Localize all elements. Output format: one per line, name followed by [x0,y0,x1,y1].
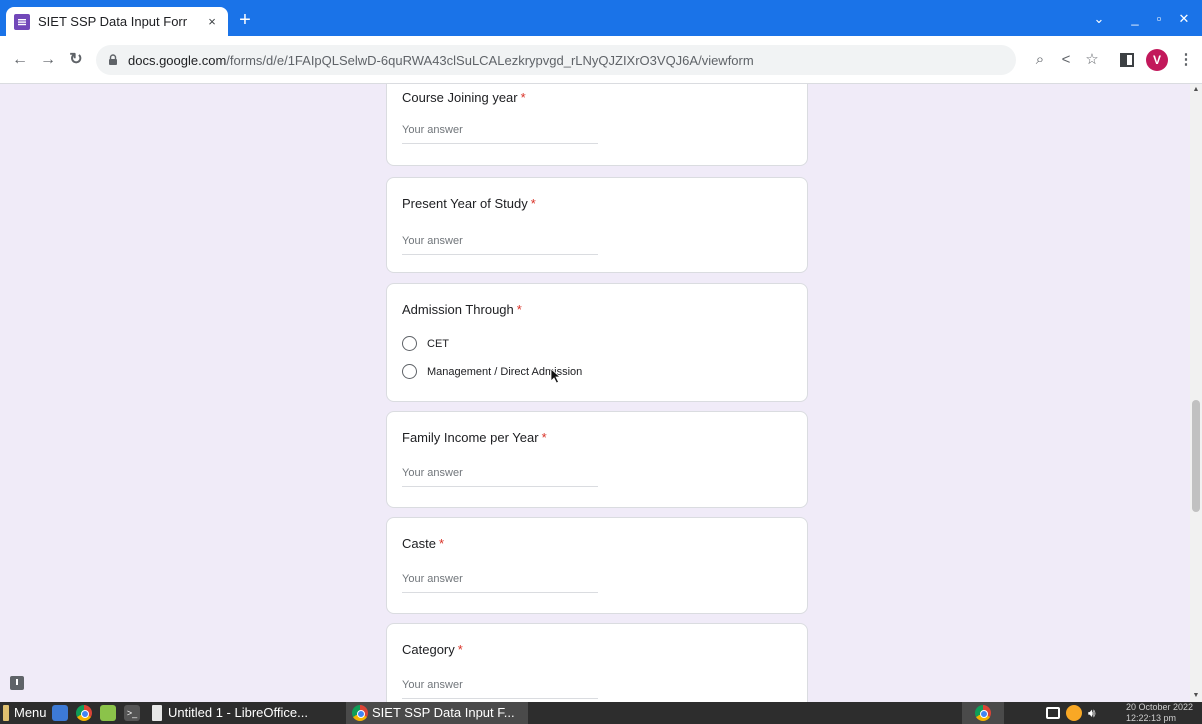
question-card-category: Category * Your answer [386,623,808,702]
browser-toolbar: ← → ↻ docs.google.com/forms/d/e/1FAIpQLS… [0,36,1202,84]
question-card-family-income: Family Income per Year * Your answer [386,411,808,508]
new-tab-button[interactable]: + [234,9,256,31]
question-title: Present Year of Study * [402,196,536,211]
scroll-up-icon[interactable]: ▲ [1190,84,1202,96]
question-title: Family Income per Year * [402,430,547,445]
volume-icon[interactable]: 🔊︎ [1088,705,1096,721]
radio-button[interactable] [402,336,417,351]
clock[interactable]: 20 October 2022 12:22:13 pm [1126,702,1202,724]
question-card-present-year: Present Year of Study * Your answer [386,177,808,273]
question-title: Admission Through * [402,302,522,317]
clock-date: 20 October 2022 [1126,702,1194,712]
profile-avatar[interactable]: V [1146,49,1168,71]
browser-tab-strip: SIET SSP Data Input Forr × + ⌄ _ ▫ ✕ [0,0,1202,36]
required-asterisk: * [520,90,526,105]
url-text: docs.google.com/forms/d/e/1FAIpQLSelwD-6… [128,53,754,68]
chrome-task-icon [352,705,368,721]
url-path: /forms/d/e/1FAIpQLSelwD-6quRWA43clSuLCAL… [226,52,754,68]
required-asterisk: * [530,196,536,211]
os-taskbar: Menu >_ Untitled 1 - LibreOffice... SIET… [0,702,1202,724]
page-scrollbar[interactable]: ▲ ▼ [1190,84,1202,702]
scrollbar-thumb[interactable] [1192,400,1200,512]
question-text: Category [402,642,455,657]
question-card-course-joining-year: Course Joining year * Your answer [386,84,808,166]
share-icon[interactable]: < [1056,50,1076,70]
back-arrow-icon[interactable]: ← [10,50,30,70]
required-asterisk: * [438,536,445,551]
mouse-cursor-icon [550,368,562,384]
question-title: Caste * [402,536,444,551]
terminal-icon[interactable]: >_ [124,705,140,721]
task-chrome[interactable]: SIET SSP Data Input F... [372,705,515,721]
kebab-menu-icon[interactable]: ⋮ [1176,50,1196,70]
start-menu-button[interactable]: Menu [14,705,47,721]
google-forms-icon [14,13,30,30]
task-libreoffice[interactable]: Untitled 1 - LibreOffice... [168,705,308,721]
clock-time: 12:22:13 pm [1126,713,1177,723]
required-asterisk: * [457,642,463,657]
feedback-icon[interactable] [10,676,24,690]
forward-arrow-icon[interactable]: → [38,50,58,70]
bookmark-star-icon[interactable]: ☆ [1082,50,1102,70]
scroll-down-icon[interactable]: ▼ [1190,690,1202,702]
close-tab-icon[interactable]: × [204,14,220,30]
answer-input[interactable]: Your answer [402,233,598,255]
radio-option-cet[interactable]: CET [402,336,449,351]
question-text: Admission Through [402,302,514,317]
tray-chrome-icon [975,705,991,721]
tab-title: SIET SSP Data Input Forr [38,14,188,29]
radio-label: CET [427,337,449,350]
form-page: Course Joining year * Your answer Present… [0,84,1202,702]
lock-icon [109,54,117,65]
required-asterisk: * [516,302,522,317]
question-title: Category * [402,642,463,657]
zoom-icon[interactable]: ⌕ [1030,50,1050,70]
display-tray-icon[interactable] [1046,707,1060,719]
required-asterisk: * [541,430,547,445]
browser-tab-forms[interactable]: SIET SSP Data Input Forr × [6,7,228,36]
libreoffice-writer-icon [152,705,162,721]
mint-logo-icon [3,705,9,721]
question-card-admission-through: Admission Through * CET Management / Dire… [386,283,808,402]
answer-input[interactable]: Your answer [402,122,598,144]
question-text: Present Year of Study [402,196,528,211]
question-title: Course Joining year * [402,90,526,105]
answer-input[interactable]: Your answer [402,677,598,699]
chevron-down-icon[interactable]: ⌄ [1090,10,1108,28]
address-bar[interactable]: docs.google.com/forms/d/e/1FAIpQLSelwD-6… [96,45,1016,75]
reload-icon[interactable]: ↻ [66,50,86,70]
question-text: Course Joining year [402,90,518,105]
update-tray-icon[interactable] [1066,705,1082,721]
close-window-icon[interactable]: ✕ [1175,10,1193,28]
side-panel-icon[interactable] [1120,53,1134,67]
question-text: Family Income per Year [402,430,539,445]
radio-button[interactable] [402,364,417,379]
chrome-launcher-icon[interactable] [76,705,92,721]
minimize-icon[interactable]: _ [1126,10,1144,28]
files-icon[interactable] [100,705,116,721]
answer-input[interactable]: Your answer [402,571,598,593]
restore-icon[interactable]: ▫ [1150,10,1168,28]
show-desktop-icon[interactable] [52,705,68,721]
url-host: docs.google.com [128,52,227,68]
answer-input[interactable]: Your answer [402,465,598,487]
question-card-caste: Caste * Your answer [386,517,808,614]
question-text: Caste [402,536,436,551]
